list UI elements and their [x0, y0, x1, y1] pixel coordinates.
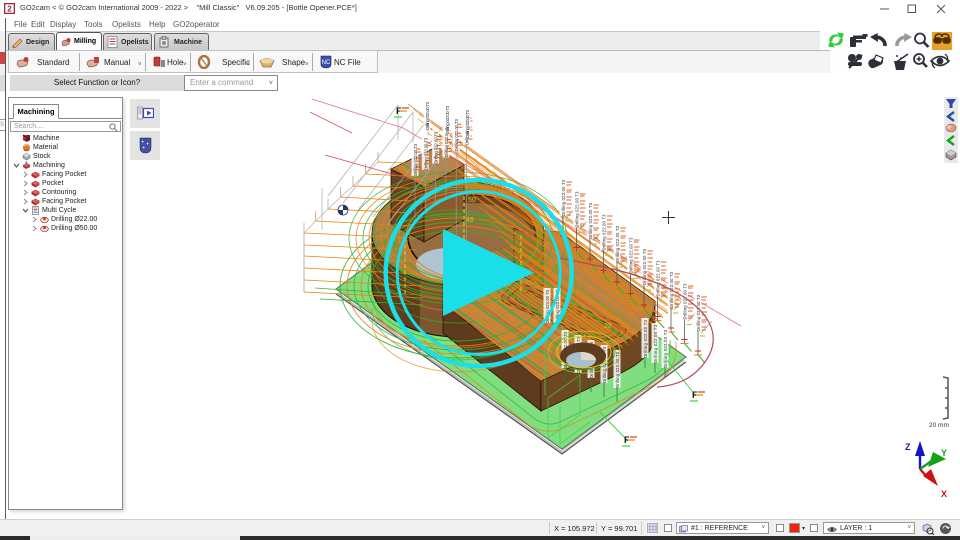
svg-text:Drilling 022.00 T3: Drilling 022.00 T3: [454, 119, 459, 152]
svg-text:Drilling 022.00 T3: Drilling 022.00 T3: [696, 294, 701, 331]
svg-text:2: 2: [7, 5, 12, 14]
svg-text:NC: NC: [322, 60, 331, 66]
svg-text:Drilling 022.00 T3: Drilling 022.00 T3: [425, 101, 430, 130]
svg-text:Drilling 022.00 T3: Drilling 022.00 T3: [561, 179, 566, 216]
svg-text:49: 49: [466, 217, 474, 224]
svg-text:20 mm: 20 mm: [929, 422, 949, 429]
svg-text:X: X: [941, 489, 947, 499]
svg-text:Drilling 022.00 T3: Drilling 022.00 T3: [413, 143, 418, 176]
svg-text:Z: Z: [905, 442, 911, 452]
svg-text:Drilling 022.00 T3: Drilling 022.00 T3: [423, 137, 428, 170]
svg-text:Drilling 022.00 T3: Drilling 022.00 T3: [575, 191, 580, 228]
svg-text:22: 22: [604, 323, 612, 330]
svg-text:Drilling 022.00 T3: Drilling 022.00 T3: [465, 109, 470, 138]
svg-text:Drilling 022.00 T3: Drilling 022.00 T3: [602, 214, 607, 251]
svg-text:Drilling 022.00 T3: Drilling 022.00 T3: [445, 105, 450, 134]
svg-text:Drilling 022.00 T3: Drilling 022.00 T3: [642, 248, 647, 285]
svg-text:Drilling 022.00 T3: Drilling 022.00 T3: [653, 324, 658, 363]
svg-text:Drilling 022.00 T3: Drilling 022.00 T3: [656, 260, 661, 297]
svg-text:Drilling 022.00 T3: Drilling 022.00 T3: [629, 237, 634, 274]
svg-text:Drilling 022.00 T3: Drilling 022.00 T3: [663, 329, 668, 368]
svg-text:Drilling 022.00 T3: Drilling 022.00 T3: [615, 225, 620, 262]
svg-text:Drilling 022.00 T3: Drilling 022.00 T3: [434, 131, 439, 164]
svg-text:Y: Y: [941, 448, 947, 458]
svg-text:Drilling 022.00 T3: Drilling 022.00 T3: [588, 202, 593, 239]
svg-text:Drilling 022.00 T3: Drilling 022.00 T3: [643, 319, 648, 358]
svg-text:Drilling 022.00 T3: Drilling 022.00 T3: [683, 283, 688, 320]
svg-text:50: 50: [468, 197, 476, 204]
